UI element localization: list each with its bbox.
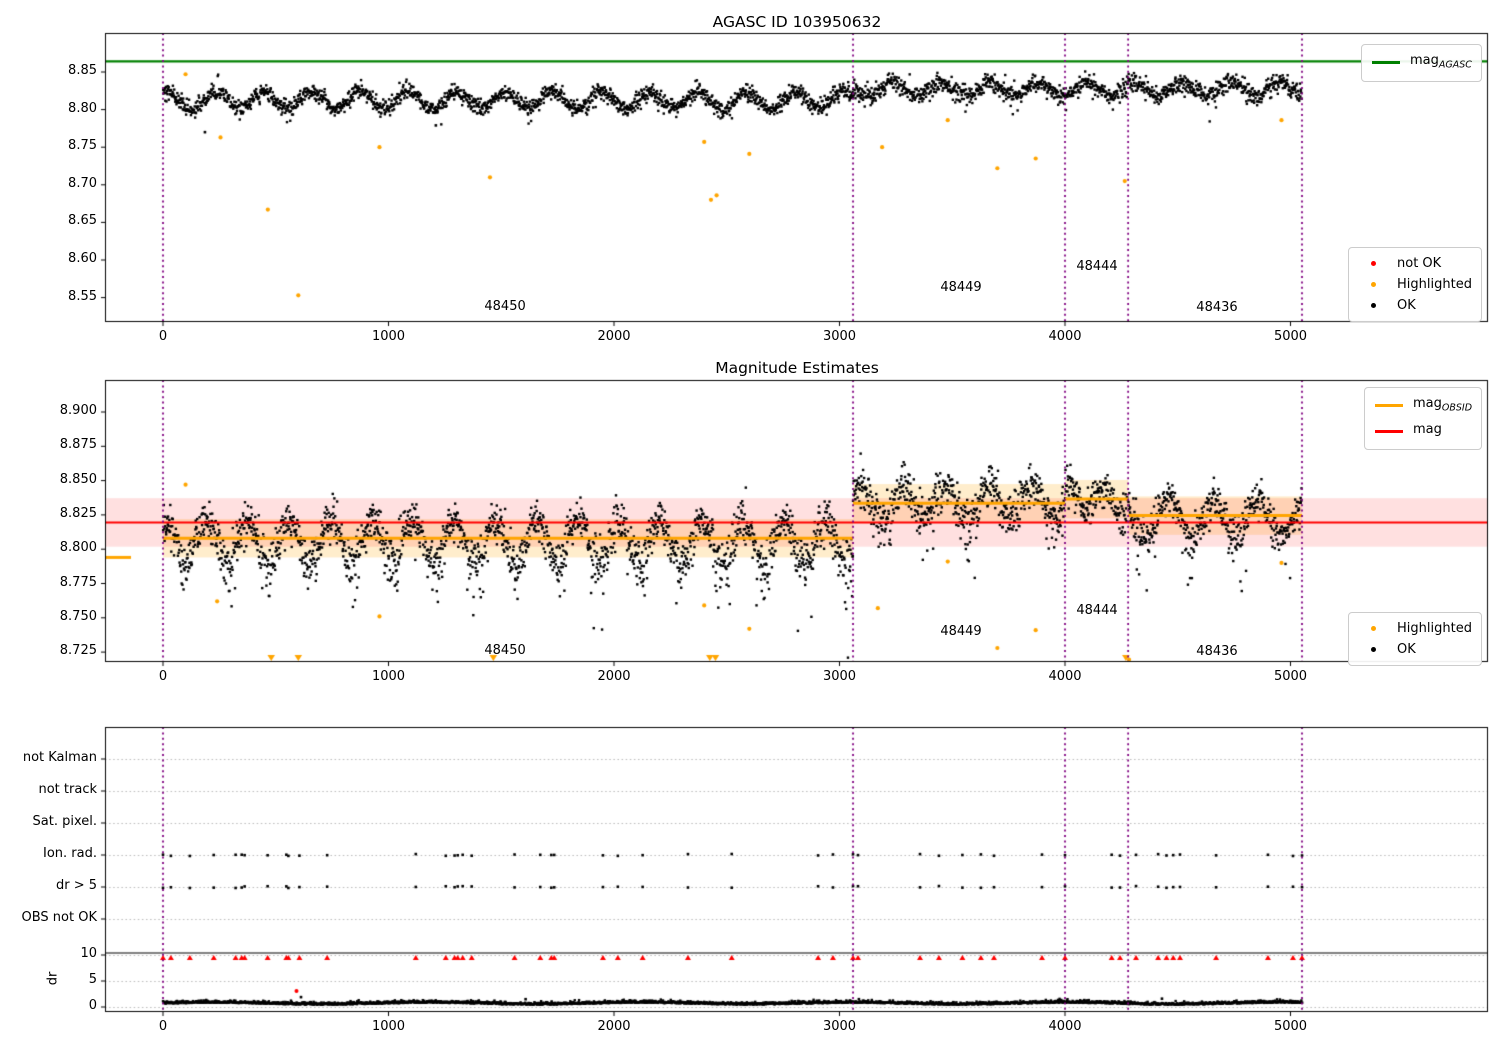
- chart-canvas: [0, 0, 1500, 1050]
- figure: AGASC ID 103950632 Magnitude Estimates d…: [0, 0, 1500, 1050]
